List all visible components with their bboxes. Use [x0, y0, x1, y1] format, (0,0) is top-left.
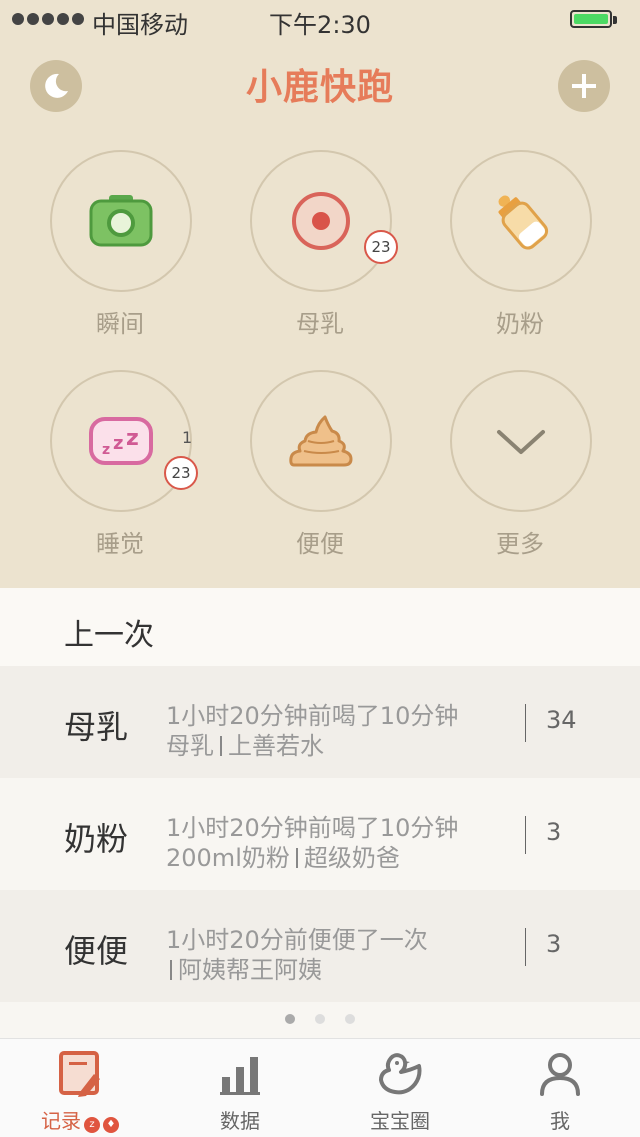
record-meta: 母乳 上善若水 [166, 732, 324, 760]
poop-icon [289, 415, 353, 467]
record-type: 便便 [64, 932, 129, 970]
action-label: 瞬间 [96, 310, 144, 338]
record-count: 3 [546, 930, 562, 958]
breast-icon [292, 192, 350, 250]
record-icon [59, 1051, 100, 1097]
sleep-icon: z z z [89, 417, 153, 465]
tab-baby-circle[interactable]: 宝宝圈 [320, 1039, 480, 1137]
battery-icon [570, 10, 612, 28]
record-type: 母乳 [64, 708, 129, 746]
record-row[interactable]: 母乳 1小时20分钟前喝了10分钟 母乳 上善若水 34 [0, 666, 640, 778]
action-ring [50, 150, 192, 292]
svg-text:z: z [126, 426, 139, 451]
action-label: 母乳 [296, 310, 344, 338]
action-moment[interactable]: 瞬间 [20, 150, 220, 360]
plus-icon [572, 74, 596, 98]
count-badge: 23 [364, 230, 398, 264]
page-dot[interactable] [345, 1014, 355, 1024]
action-breastfeed[interactable]: 23 母乳 [220, 150, 420, 360]
record-meta: 阿姨帮王阿姨 [166, 950, 322, 985]
action-label: 更多 [496, 530, 544, 558]
tab-label: 宝宝圈 [370, 1109, 430, 1133]
sleep-mini-badge: z [84, 1117, 100, 1133]
section-title: 上一次 [64, 618, 154, 653]
action-poop[interactable]: 便便 [220, 370, 420, 580]
sleep-extra-count: 1 [182, 428, 193, 447]
action-label: 睡觉 [96, 530, 144, 558]
tab-label: 记录 [41, 1109, 81, 1133]
svg-text:z: z [113, 433, 123, 454]
status-bar: 中国移动 下午2:30 [0, 0, 640, 40]
action-ring [250, 150, 392, 292]
action-more[interactable]: 更多 [420, 370, 620, 580]
add-button[interactable] [558, 60, 610, 112]
tab-me[interactable]: 我 [480, 1039, 640, 1137]
action-ring [450, 150, 592, 292]
action-ring [250, 370, 392, 512]
person-icon [540, 1053, 580, 1096]
bottle-icon [498, 195, 549, 250]
tab-label: 数据 [220, 1109, 260, 1133]
tab-data[interactable]: 数据 [160, 1039, 320, 1137]
last-section-header: 上一次 [0, 588, 640, 666]
record-meta: 200ml奶粉 超级奶爸 [166, 844, 400, 872]
count-badge: 23 [164, 456, 198, 490]
chevron-down-icon [497, 430, 545, 454]
tab-label: 我 [550, 1109, 570, 1133]
record-count: 3 [546, 818, 562, 846]
action-label: 奶粉 [496, 310, 544, 338]
page-dot[interactable] [315, 1014, 325, 1024]
record-row[interactable]: 奶粉 1小时20分钟前喝了10分钟 200ml奶粉 超级奶爸 3 [0, 778, 640, 890]
action-formula[interactable]: 奶粉 [420, 150, 620, 360]
page-dot[interactable] [285, 1014, 295, 1024]
camera-icon [89, 195, 153, 247]
svg-text:z: z [102, 442, 110, 458]
bar-chart-icon [220, 1057, 260, 1095]
record-type: 奶粉 [64, 820, 129, 858]
tab-bar: 记录 z ♦ 数据 宝宝圈 我 [0, 1038, 640, 1137]
record-row[interactable]: 便便 1小时20分前便便了一次 阿姨帮王阿姨 3 [0, 890, 640, 1002]
drop-mini-badge: ♦ [103, 1117, 119, 1133]
record-count: 34 [546, 706, 577, 734]
tab-record[interactable]: 记录 z ♦ [0, 1039, 160, 1137]
action-label: 便便 [296, 530, 344, 558]
page-indicator[interactable] [0, 1014, 640, 1024]
status-time: 下午2:30 [269, 11, 371, 39]
action-ring: z z z [50, 370, 192, 512]
app-title: 小鹿快跑 [245, 67, 394, 108]
action-sleep[interactable]: z z z 1 23 睡觉 [20, 370, 220, 580]
action-ring [450, 370, 592, 512]
duck-icon [379, 1053, 422, 1095]
